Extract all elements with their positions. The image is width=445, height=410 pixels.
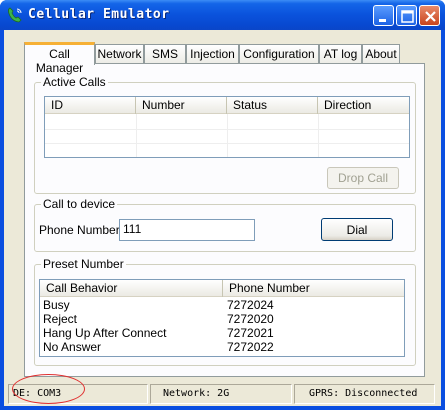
maximize-icon [401, 10, 414, 23]
grid-line [318, 114, 319, 157]
drop-call-button[interactable]: Drop Call [327, 167, 399, 189]
tab-configuration[interactable]: Configuration [239, 44, 319, 64]
column-header-phone-number[interactable]: Phone Number [223, 280, 404, 297]
call-manager-panel: Active Calls ID Number Status Direction … [24, 63, 425, 377]
column-header-id[interactable]: ID [45, 97, 136, 114]
gprs-status: GPRS: Disconnected [294, 384, 435, 404]
minimize-button[interactable] [373, 5, 394, 26]
maximize-button[interactable] [396, 5, 417, 26]
close-icon [425, 11, 436, 22]
phone-number-input[interactable]: 111 [119, 219, 255, 241]
preset-number-cell[interactable]: 7272022 [227, 340, 274, 354]
tab-label: SMS [151, 47, 178, 61]
column-header-direction[interactable]: Direction [318, 97, 409, 114]
tab-label: AT log [323, 47, 358, 61]
group-title: Call to device [41, 197, 118, 211]
network-status: Network: 2G [150, 384, 292, 404]
preset-number-group: Preset Number Call Behavior Phone Number… [34, 257, 416, 366]
grid-line [136, 114, 137, 157]
phone-icon [8, 7, 22, 23]
minimize-icon [379, 19, 386, 22]
tab-label: Network [97, 47, 142, 61]
annotation-highlight-oval [12, 374, 85, 404]
preset-number-cell[interactable]: 7272021 [227, 326, 274, 340]
preset-behavior-cell[interactable]: Reject [43, 312, 77, 326]
preset-number-cell[interactable]: 7272020 [227, 312, 274, 326]
client-area: Call Manager Network SMS Injection Confi… [4, 30, 441, 406]
dial-button[interactable]: Dial [321, 218, 393, 241]
tab-label: Configuration [243, 47, 315, 61]
tab-at-log[interactable]: AT log [319, 44, 362, 64]
close-button[interactable] [419, 5, 440, 26]
app-window: Cellular Emulator Call Manager Network S… [0, 0, 445, 410]
column-header-status[interactable]: Status [227, 97, 318, 114]
column-header-number[interactable]: Number [136, 97, 227, 114]
phone-number-label: Phone Number: [39, 223, 124, 237]
tab-about[interactable]: About [362, 44, 400, 64]
tab-label: About [365, 47, 397, 61]
table-header: Call Behavior Phone Number [40, 280, 404, 297]
active-calls-table[interactable]: ID Number Status Direction [44, 96, 410, 158]
table-header: ID Number Status Direction [45, 97, 409, 114]
tab-call-manager[interactable]: Call Manager [24, 42, 95, 75]
group-title: Active Calls [41, 75, 108, 89]
column-header-call-behavior[interactable]: Call Behavior [40, 280, 223, 297]
call-to-device-group: Call to device Phone Number: 111 Dial [34, 197, 416, 252]
window-title: Cellular Emulator [28, 7, 170, 22]
tab-network[interactable]: Network [95, 44, 144, 64]
tab-label: Call Manager [35, 47, 84, 75]
grid-line [227, 114, 228, 157]
preset-behavior-cell[interactable]: No Answer [43, 340, 101, 354]
preset-behavior-cell[interactable]: Busy [43, 298, 70, 312]
preset-number-cell[interactable]: 7272024 [227, 298, 274, 312]
preset-number-table[interactable]: Call Behavior Phone Number Busy 7272024 … [39, 279, 405, 357]
tab-label: Injection [190, 47, 235, 61]
title-bar[interactable]: Cellular Emulator [0, 0, 445, 30]
preset-behavior-cell[interactable]: Hang Up After Connect [43, 326, 166, 340]
active-calls-group: Active Calls ID Number Status Direction … [34, 75, 416, 194]
group-title: Preset Number [41, 257, 126, 271]
tab-injection[interactable]: Injection [186, 44, 239, 64]
tab-sms[interactable]: SMS [144, 44, 186, 64]
